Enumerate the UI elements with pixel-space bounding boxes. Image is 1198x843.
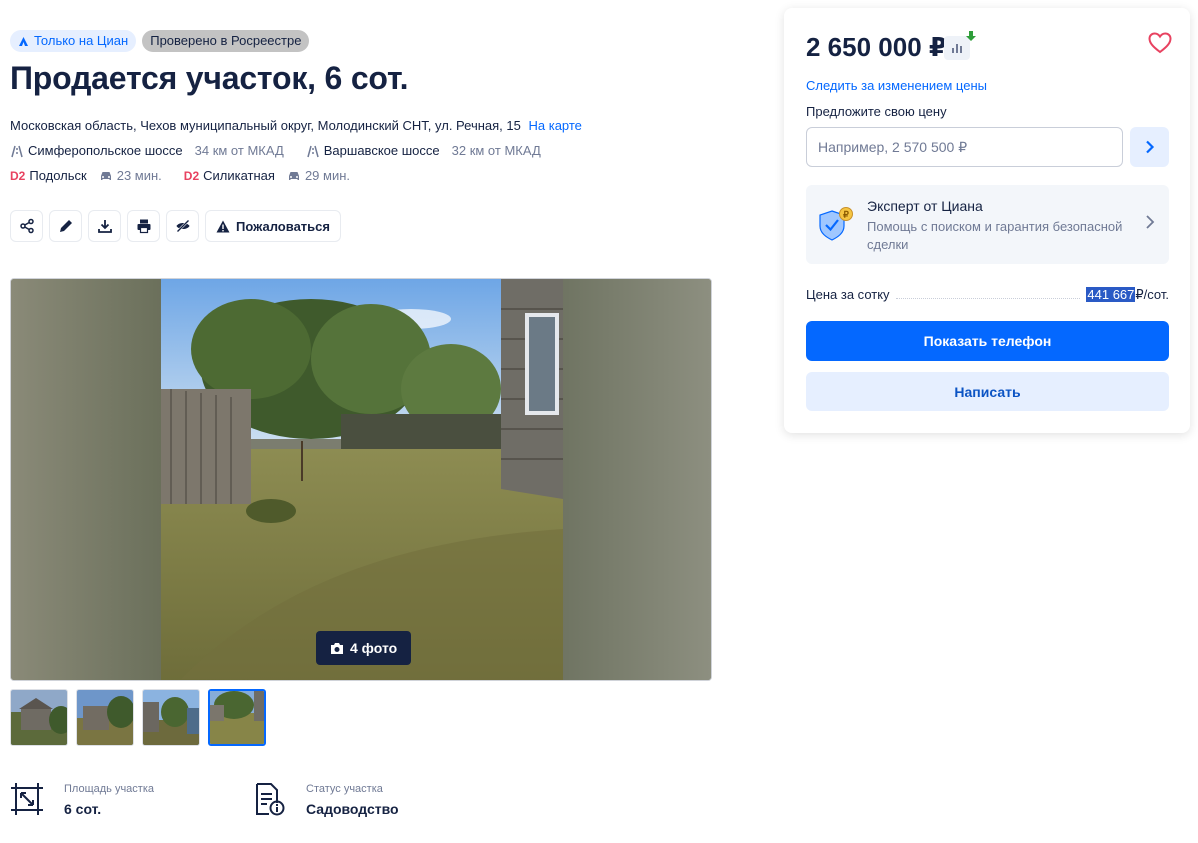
offer-submit-button[interactable] xyxy=(1130,127,1169,167)
chevron-right-icon xyxy=(1145,140,1154,154)
highway-item[interactable]: Симферопольское шоссе 34 км от МКАД xyxy=(10,143,284,158)
car-icon xyxy=(100,171,111,180)
thumbnail-active[interactable] xyxy=(208,689,266,746)
print-icon xyxy=(137,219,150,234)
garden-photo xyxy=(161,279,563,680)
only-cian-label: Только на Циан xyxy=(34,33,129,48)
gallery-blur-right xyxy=(561,279,711,680)
action-toolbar: Пожаловаться xyxy=(10,210,341,242)
fact-status: Статус участка Садоводство xyxy=(252,782,494,817)
highway-icon xyxy=(11,145,23,157)
hide-button[interactable] xyxy=(166,210,199,242)
highway-name: Симферопольское шоссе xyxy=(28,143,183,158)
expert-subtitle: Помощь с поиском и гарантия безопасной с… xyxy=(867,219,1123,252)
station-item[interactable]: D2 Силикатная 29 мин. xyxy=(184,168,350,183)
highway-distance: 32 км от МКАД xyxy=(451,143,541,158)
fact-value: Садоводство xyxy=(306,801,399,817)
price-drop-arrow-icon xyxy=(966,31,976,41)
hide-icon xyxy=(176,219,189,233)
write-message-button[interactable]: Написать xyxy=(806,372,1169,411)
highway-name: Варшавское шоссе xyxy=(323,143,440,158)
station-time: 23 мин. xyxy=(99,168,162,183)
station-name: Подольск xyxy=(29,168,87,183)
offer-price-input[interactable] xyxy=(806,127,1123,167)
address-text: Московская область, Чехов муниципальный … xyxy=(10,118,521,133)
price-card: 2 650 000 ₽ Следить за изменением цены П… xyxy=(784,8,1190,433)
price-per-sotka: Цена за сотку 441 667 ₽/сот. xyxy=(806,287,1169,303)
cian-logo-icon xyxy=(19,36,28,46)
page-title: Продается участок, 6 сот. xyxy=(10,60,409,96)
fact-text: Статус участка Садоводство xyxy=(306,782,399,817)
expert-title: Эксперт от Циана xyxy=(867,198,983,214)
share-button[interactable] xyxy=(10,210,43,242)
d2-line-icon: D2 xyxy=(183,168,200,183)
edit-icon xyxy=(59,220,72,232)
warning-icon xyxy=(216,220,230,232)
expert-shield-icon: ₽ xyxy=(819,207,853,241)
svg-text:₽: ₽ xyxy=(843,210,849,220)
fact-text: Площадь участка 6 сот. xyxy=(64,782,154,817)
map-link[interactable]: На карте xyxy=(528,118,581,133)
gallery-blur-left xyxy=(11,279,161,680)
show-phone-button[interactable]: Показать телефон xyxy=(806,321,1169,361)
share-icon xyxy=(19,218,34,234)
highway-item[interactable]: Варшавское шоссе 32 км от МКАД xyxy=(306,143,541,158)
fact-label: Статус участка xyxy=(306,783,383,795)
badges: Только на Циан Проверено в Росреестре xyxy=(10,30,310,52)
price: 2 650 000 ₽ xyxy=(806,32,947,62)
photo-count-button[interactable]: 4 фото xyxy=(316,631,412,665)
price-per-sotka-unit: ₽/сот. xyxy=(1135,287,1169,302)
address: Московская область, Чехов муниципальный … xyxy=(10,118,582,133)
download-button[interactable] xyxy=(88,210,121,242)
station-item[interactable]: D2 Подольск 23 мин. xyxy=(10,168,162,183)
complain-label: Пожаловаться xyxy=(236,218,330,234)
highways: Симферопольское шоссе 34 км от МКАД Варш… xyxy=(10,143,541,158)
thumbnail[interactable] xyxy=(76,689,134,746)
station-time-text: 23 мин. xyxy=(116,168,162,183)
main-photo[interactable] xyxy=(161,279,563,680)
chevron-right-icon xyxy=(1146,215,1155,229)
station-name: Силикатная xyxy=(203,168,275,183)
fact-label: Площадь участка xyxy=(64,783,154,795)
thumbnail[interactable] xyxy=(10,689,68,746)
station-time-text: 29 мин. xyxy=(304,168,351,183)
rosreestr-badge: Проверено в Росреестре xyxy=(142,30,310,52)
dotted-leader xyxy=(895,298,1081,299)
price-per-sotka-value: 441 667 xyxy=(1086,287,1136,302)
expert-banner[interactable]: ₽ Эксперт от Циана Помощь с поиском и га… xyxy=(806,185,1169,264)
station-time: 29 мин. xyxy=(287,168,350,183)
highway-icon xyxy=(307,145,319,157)
thumbnail[interactable] xyxy=(142,689,200,746)
bar-chart-icon xyxy=(952,44,962,53)
highway-distance: 34 км от МКАД xyxy=(194,143,284,158)
only-cian-badge: Только на Циан xyxy=(10,30,137,52)
area-icon xyxy=(11,783,43,815)
fact-value: 6 сот. xyxy=(64,801,102,817)
price-per-sotka-label: Цена за сотку xyxy=(806,287,890,302)
facts: Площадь участка 6 сот. Статус участка Са… xyxy=(10,782,494,817)
fact-area: Площадь участка 6 сот. xyxy=(10,782,252,817)
document-info-icon xyxy=(256,783,285,816)
d2-line-icon: D2 xyxy=(10,168,26,183)
thumbnail-strip xyxy=(10,689,266,746)
complain-button[interactable]: Пожаловаться xyxy=(205,210,341,242)
favorite-heart-icon[interactable] xyxy=(1148,32,1172,54)
camera-icon xyxy=(331,642,343,654)
car-icon xyxy=(288,171,299,180)
rosreestr-label: Проверено в Росреестре xyxy=(150,33,302,48)
follow-price-link[interactable]: Следить за изменением цены xyxy=(806,78,987,93)
offer-label: Предложите свою цену xyxy=(806,104,947,119)
edit-button[interactable] xyxy=(49,210,82,242)
download-icon xyxy=(97,220,112,233)
photo-gallery[interactable]: 4 фото xyxy=(10,278,712,681)
stations: D2 Подольск 23 мин. D2 Силикатная 29 мин… xyxy=(10,168,350,183)
photo-count-label: 4 фото xyxy=(350,640,398,656)
print-button[interactable] xyxy=(127,210,160,242)
